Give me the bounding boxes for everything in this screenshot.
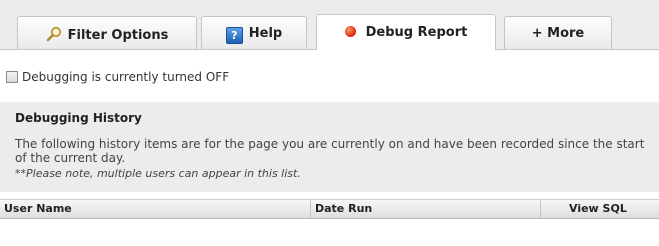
column-header-date-run[interactable]: Date Run	[310, 200, 540, 218]
tab-help-label: Help	[248, 26, 283, 41]
magnifier-icon	[46, 27, 61, 42]
red-dot-icon	[344, 26, 356, 37]
history-table-body	[0, 219, 659, 246]
tab-help[interactable]: ? Help	[201, 16, 307, 49]
tab-debug-report[interactable]: Debug Report	[316, 14, 496, 50]
tab-filter-options-label: Filter Options	[67, 28, 169, 43]
tab-more[interactable]: + More	[504, 16, 612, 49]
tab-debug-report-label: Debug Report	[365, 25, 468, 40]
tab-filter-options[interactable]: Filter Options	[17, 16, 197, 49]
debug-toggle-checkbox[interactable]	[6, 71, 18, 83]
debugging-history-title: Debugging History	[15, 111, 142, 125]
help-icon: ?	[225, 27, 243, 44]
debugging-history-panel: Debugging History The following history …	[0, 102, 659, 192]
tab-more-label: + More	[531, 26, 585, 41]
history-table-header: User Name Date Run View SQL	[0, 199, 659, 219]
column-header-view-sql[interactable]: View SQL	[540, 200, 659, 218]
debug-status-text: Debugging is currently turned OFF	[22, 70, 230, 84]
tab-bar: Filter Options ? Help Debug Report + More	[0, 0, 659, 50]
debugging-history-note: **Please note, multiple users can appear…	[15, 167, 301, 180]
debug-status-row: Debugging is currently turned OFF	[6, 70, 229, 84]
column-header-user-name[interactable]: User Name	[0, 200, 310, 218]
debugging-history-description: The following history items are for the …	[15, 137, 645, 165]
